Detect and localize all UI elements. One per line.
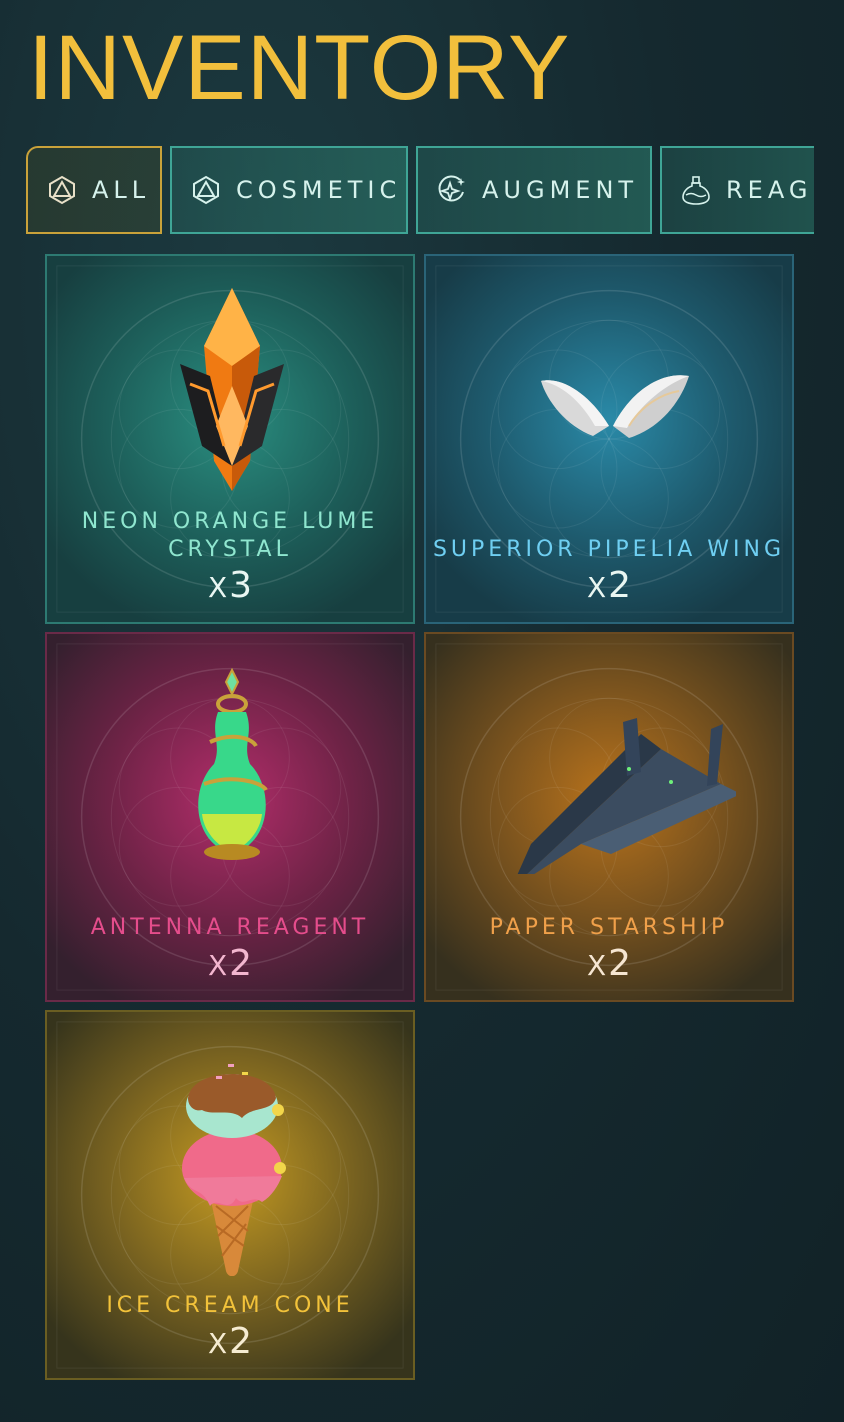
quantity-prefix: X: [586, 949, 607, 982]
tab-all[interactable]: ALL: [26, 146, 162, 234]
d20-icon: [193, 175, 219, 205]
ice-cream-icon: [182, 1064, 286, 1276]
item-quantity: X2: [426, 944, 792, 986]
tab-reagent-label: REAG: [726, 176, 813, 204]
potion-icon: [682, 176, 710, 205]
category-tabs: ALL COSMETIC AUGMENT REAG: [26, 146, 814, 238]
quantity-value: 2: [229, 1321, 253, 1362]
item-name-line: NEON ORANGE LUME: [81, 509, 379, 534]
item-name-line: ICE CREAM CONE: [106, 1293, 354, 1318]
item-quantity: X3: [47, 566, 413, 608]
quantity-prefix: X: [207, 1327, 228, 1360]
item-card-paper-starship[interactable]: PAPER STARSHIP X2: [424, 632, 794, 1002]
item-name: NEON ORANGE LUME CRYSTAL: [47, 508, 413, 564]
item-name: ANTENNA REAGENT: [47, 914, 413, 942]
item-name: PAPER STARSHIP: [426, 914, 792, 942]
item-name-line: PAPER STARSHIP: [489, 915, 729, 940]
item-card-ice-cream-cone[interactable]: ICE CREAM CONE X2: [45, 1010, 415, 1380]
item-name-line: SUPERIOR PIPELIA WING: [432, 537, 786, 562]
item-quantity: X2: [47, 944, 413, 986]
page-title: INVENTORY: [28, 17, 571, 119]
tab-reagent[interactable]: REAG: [660, 146, 814, 234]
item-quantity: X2: [426, 566, 792, 608]
tab-augment[interactable]: AUGMENT: [416, 146, 652, 234]
quantity-value: 2: [608, 943, 632, 984]
sparkle-icon: [438, 175, 465, 202]
tab-cosmetic[interactable]: COSMETIC: [170, 146, 408, 234]
item-quantity: X2: [47, 1322, 413, 1364]
quantity-prefix: X: [207, 571, 228, 604]
d20-icon: [49, 175, 75, 205]
item-name-line: CRYSTAL: [168, 537, 292, 562]
item-card-superior-pipelia-wing[interactable]: SUPERIOR PIPELIA WING X2: [424, 254, 794, 624]
item-name: SUPERIOR PIPELIA WING: [426, 536, 792, 564]
wing-icon: [541, 375, 689, 438]
item-name-line: ANTENNA REAGENT: [90, 915, 370, 940]
quantity-value: 2: [229, 943, 253, 984]
quantity-prefix: X: [207, 949, 228, 982]
quantity-value: 2: [608, 565, 632, 606]
item-card-antenna-reagent[interactable]: ANTENNA REAGENT X2: [45, 632, 415, 1002]
tab-all-label: ALL: [92, 176, 151, 204]
quantity-value: 3: [229, 565, 253, 606]
tab-augment-label: AUGMENT: [482, 176, 639, 204]
starship-icon: [517, 718, 736, 874]
reagent-flask-icon: [198, 667, 268, 860]
crystal-icon: [180, 288, 284, 491]
item-name: ICE CREAM CONE: [47, 1292, 413, 1320]
quantity-prefix: X: [586, 571, 607, 604]
item-card-neon-orange-lume-crystal[interactable]: NEON ORANGE LUME CRYSTAL X3: [45, 254, 415, 624]
tab-cosmetic-label: COSMETIC: [236, 176, 402, 204]
